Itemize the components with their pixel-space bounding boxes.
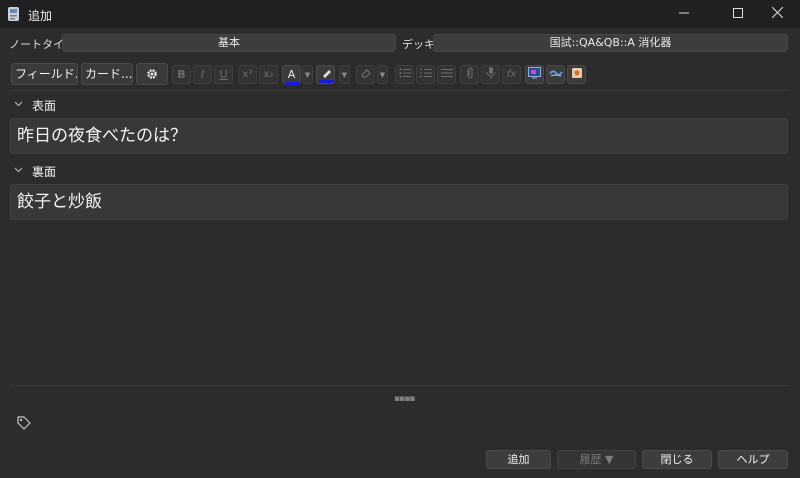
ordered-list-button[interactable] [416, 65, 435, 84]
text-color-swatch [284, 81, 299, 85]
subscript-icon: x₂ [263, 69, 274, 80]
unordered-list-button[interactable] [395, 65, 414, 84]
box-icon [571, 67, 583, 82]
splitter-handle[interactable]: ▪▪▪▪ [394, 394, 415, 404]
eraser-icon [360, 67, 372, 82]
note-type-selector[interactable]: 基本 [62, 34, 396, 52]
minimize-icon [679, 8, 689, 21]
italic-button[interactable]: I [193, 65, 212, 84]
fields-button[interactable]: フィールド... [11, 63, 78, 85]
add-button[interactable]: 追加 [486, 450, 551, 469]
image-occlusion-button[interactable] [525, 65, 544, 84]
close-button[interactable]: 閉じる [642, 450, 712, 469]
eraser-dropdown[interactable]: ▼ [377, 65, 388, 84]
cards-button[interactable]: カード... [81, 63, 133, 85]
chevron-down-icon: ▼ [304, 70, 311, 79]
window-title: 追加 [28, 9, 53, 23]
addon-box-button[interactable] [567, 65, 586, 84]
field-label-front: 表面 [32, 98, 57, 113]
deck-label: デッキ [402, 38, 435, 51]
attach-button[interactable] [460, 65, 479, 84]
history-button[interactable]: 履歴 ▼ [557, 450, 636, 469]
record-audio-button[interactable] [481, 65, 500, 84]
paperclip-icon [465, 67, 475, 82]
underline-icon: U [219, 68, 228, 81]
maximize-icon [733, 7, 743, 21]
field-label-back: 裏面 [32, 164, 57, 179]
gear-icon [146, 69, 158, 83]
underline-button[interactable]: U [214, 65, 233, 84]
align-button[interactable] [437, 65, 456, 84]
minimize-button[interactable] [661, 0, 707, 28]
close-icon [771, 6, 783, 21]
italic-icon: I [200, 68, 205, 81]
field-header-back[interactable]: 裏面 [14, 163, 56, 179]
field-header-front[interactable]: 表面 [14, 97, 56, 113]
highlight-swatch [318, 79, 333, 83]
chevron-down-icon [14, 166, 26, 176]
subscript-button[interactable]: x₂ [259, 65, 278, 84]
text-color-icon: A [284, 68, 299, 85]
editor-toolbar: フィールド... カード... B I U x² x₂ A ▼ ▼ ▼ fx [0, 63, 800, 85]
highlight-button[interactable] [316, 65, 335, 84]
title-bar: 追加 [0, 0, 800, 28]
function-icon: fx [506, 69, 517, 80]
close-window-button[interactable] [754, 0, 800, 28]
chevron-down-icon: ▼ [379, 70, 386, 79]
field-editor-back[interactable]: 餃子と炒飯 [10, 184, 788, 220]
text-color-dropdown[interactable]: ▼ [302, 65, 313, 84]
help-button[interactable]: ヘルプ [718, 450, 788, 469]
splitter-line [10, 385, 788, 386]
superscript-button[interactable]: x² [238, 65, 257, 84]
bold-button[interactable]: B [172, 65, 191, 84]
bold-icon: B [177, 68, 186, 81]
wave-icon [548, 68, 563, 81]
text-color-button[interactable]: A [282, 65, 301, 85]
microphone-icon [486, 67, 496, 82]
anki-app-icon [7, 7, 21, 21]
align-icon [440, 68, 453, 81]
image-occlusion-icon [528, 67, 541, 82]
ordered-list-icon [419, 68, 432, 81]
chevron-down-icon [14, 100, 26, 110]
eraser-button[interactable] [356, 65, 375, 84]
deck-selector[interactable]: 国試::QA&QB::A 消化器 [433, 34, 788, 52]
options-button[interactable] [136, 63, 168, 85]
highlighter-icon [318, 68, 333, 83]
tag-icon[interactable] [16, 415, 32, 431]
chevron-down-icon: ▼ [341, 70, 348, 79]
addon-wave-button[interactable] [546, 65, 565, 84]
highlight-dropdown[interactable]: ▼ [339, 65, 350, 84]
math-button[interactable]: fx [502, 65, 521, 84]
superscript-icon: x² [242, 69, 253, 80]
unordered-list-icon [399, 68, 411, 81]
field-editor-front[interactable]: 昨日の夜食べたのは？ [10, 118, 788, 154]
toolbar-divider [10, 90, 788, 91]
